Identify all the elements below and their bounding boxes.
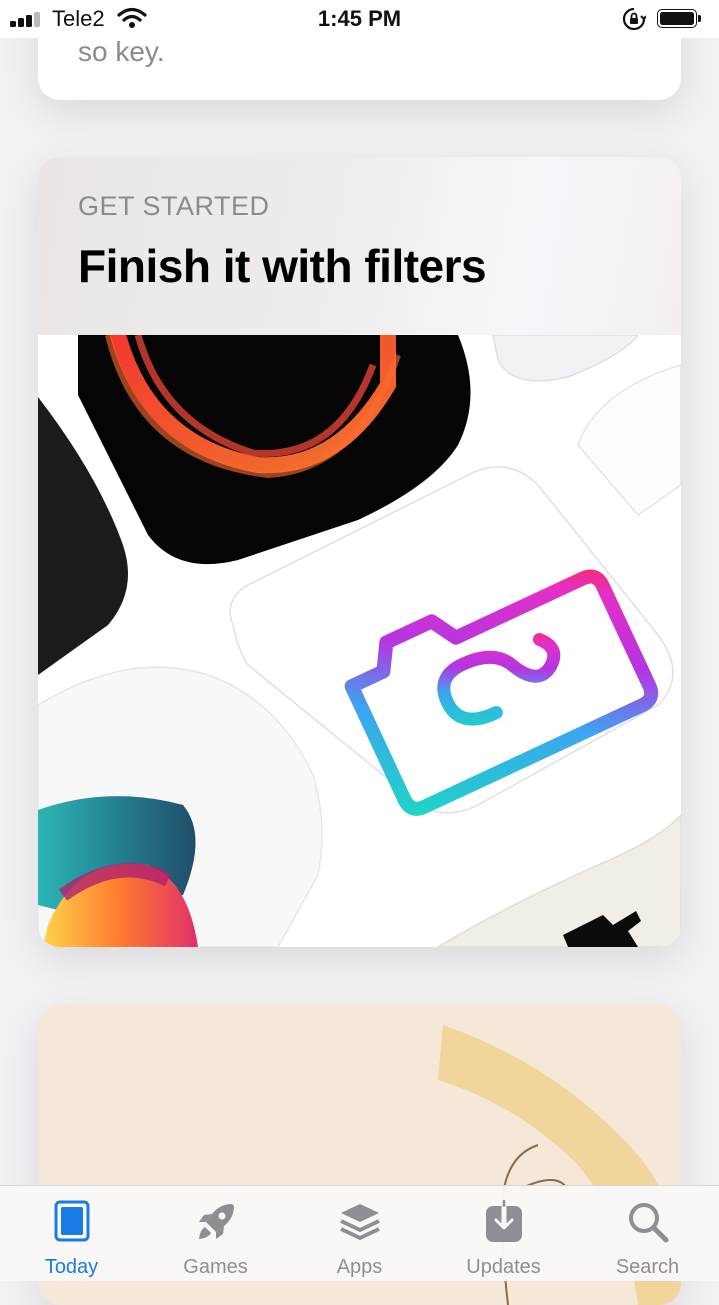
previous-card-text: so key. <box>78 36 165 67</box>
tab-label-today: Today <box>44 1256 99 1278</box>
tab-bar: Today Games Apps Updates Search <box>0 1185 719 1281</box>
tab-label-apps: Apps <box>336 1256 383 1278</box>
artwork-illustration <box>38 327 681 947</box>
tab-label-search: Search <box>615 1256 680 1278</box>
tab-label-games: Games <box>183 1256 248 1278</box>
card-eyebrow: GET STARTED <box>78 191 270 221</box>
tab-games[interactable]: Games <box>144 1186 287 1281</box>
today-icon <box>54 1200 89 1242</box>
battery-icon <box>657 9 703 30</box>
rotation-lock-icon <box>622 7 646 31</box>
tab-updates[interactable]: Updates <box>432 1186 575 1281</box>
card-title: Finish it with filters <box>78 240 487 292</box>
tab-label-updates: Updates <box>466 1256 541 1278</box>
status-bar: Tele2 1:45 PM <box>0 0 719 38</box>
search-icon <box>628 1203 668 1243</box>
app-icons-artwork <box>38 327 681 947</box>
card-header: GET STARTED Finish it with filters <box>38 157 681 335</box>
layers-icon <box>339 1204 380 1240</box>
download-icon <box>485 1200 522 1242</box>
rocket-icon <box>198 1204 234 1239</box>
tab-search[interactable]: Search <box>576 1186 719 1281</box>
tab-apps[interactable]: Apps <box>288 1186 431 1281</box>
tab-today[interactable]: Today <box>0 1186 143 1281</box>
clock: 1:45 PM <box>317 6 402 31</box>
story-card-finish-with-filters[interactable]: GET STARTED Finish it with filters <box>38 157 681 947</box>
